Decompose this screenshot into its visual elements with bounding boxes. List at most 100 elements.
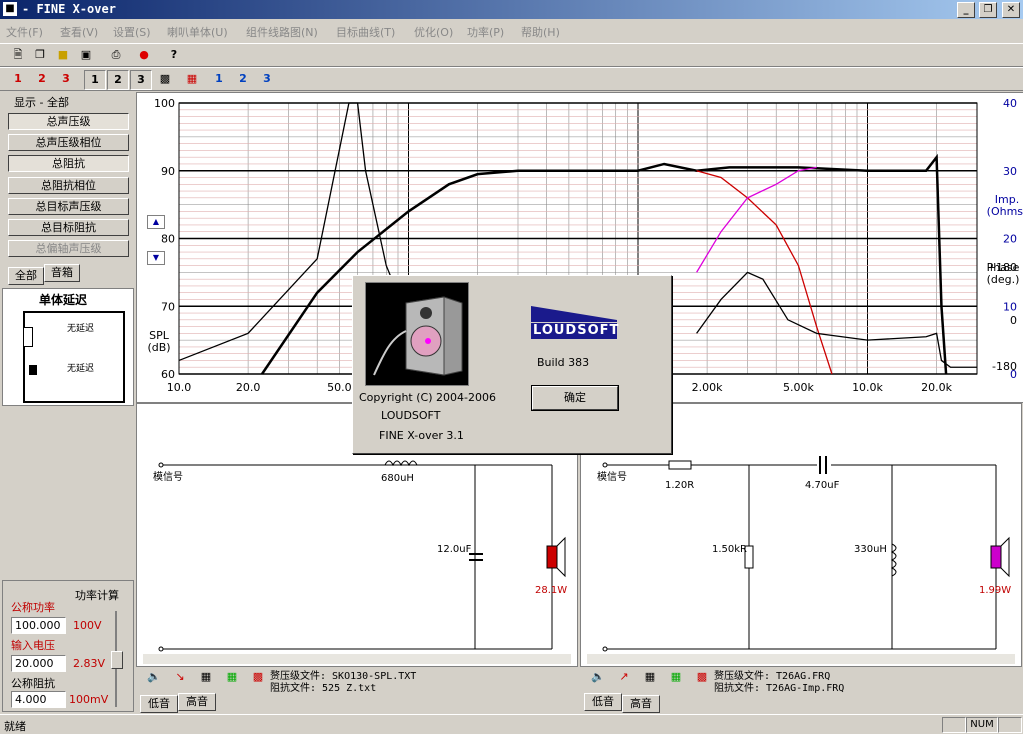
filter-network-icon[interactable]: ▦ (640, 668, 660, 686)
tweeter-tab-low[interactable]: 低音 (584, 693, 622, 711)
status-bar: 就绪 NUM (0, 714, 1023, 734)
tweeter-resistor2-value[interactable]: 1.50kR (712, 544, 747, 555)
impedance-axis-label: (Ohms) (987, 205, 1023, 218)
total-spl-button[interactable]: 总声压级 (8, 113, 129, 130)
display-label: 显示 - 全部 (14, 96, 69, 109)
menu-bar: 文件(F) 查看(V) 设置(S) 喇叭单体(U) 组件线路图(N) 目标曲线(… (0, 20, 1023, 42)
tweeter-inductor-value[interactable]: 330uH (854, 544, 887, 555)
input-voltage-output: 2.83V (73, 657, 106, 670)
y-axis-label: (dB) (147, 341, 170, 354)
woofer-file-bar: 🔈 ↘ ▦ ▦ ▩ 赘压级文件: SKO130-SPL.TXT 阻抗文件: 52… (136, 666, 576, 694)
woofer-tab-high[interactable]: 高音 (178, 693, 216, 711)
level-slider[interactable] (111, 611, 123, 707)
y-tick-left: 80 (161, 233, 175, 246)
woofer-scrollbar[interactable] (143, 654, 571, 664)
y-tick-right-imp: 20 (1003, 233, 1017, 246)
new-project-icon[interactable]: ❐ (30, 46, 50, 64)
menu-optimize[interactable]: 优化(O) (414, 24, 453, 40)
total-spl-phase-button[interactable]: 总声压级相位 (8, 134, 129, 151)
rated-impedance-input[interactable]: 4.000 (11, 691, 66, 708)
delay-title: 单体延迟 (39, 293, 88, 307)
tweeter-scrollbar[interactable] (587, 654, 1015, 664)
help-icon[interactable]: ? (164, 46, 184, 64)
woofer-symbol-icon (29, 365, 37, 375)
speaker-icon[interactable]: 🔈 (144, 668, 164, 686)
input-voltage-label: 输入电压 (11, 639, 55, 652)
filter-highpass-icon[interactable]: ↗ (614, 668, 634, 686)
driver3-icon[interactable]: 3 (130, 70, 152, 90)
menu-settings[interactable]: 设置(S) (113, 24, 151, 40)
maximize-button[interactable]: ❐ (979, 2, 997, 18)
menu-target[interactable]: 目标曲线(T) (336, 24, 395, 40)
menu-driver[interactable]: 喇叭单体(U) (167, 24, 228, 40)
filter-network-icon[interactable]: ▦ (196, 668, 216, 686)
network1-icon[interactable]: 1 (209, 70, 229, 88)
driver2-icon[interactable]: 2 (107, 70, 129, 90)
total-target-spl-button[interactable]: 总目标声压级 (8, 198, 129, 215)
menu-file[interactable]: 文件(F) (6, 24, 43, 40)
menu-help[interactable]: 帮助(H) (521, 24, 560, 40)
color-icon[interactable]: ● (134, 46, 154, 64)
woofer-power-value: 28.1W (535, 585, 568, 596)
driver3-curve-icon[interactable]: 3 (56, 70, 76, 88)
total-target-impedance-button[interactable]: 总目标阻抗 (8, 219, 129, 236)
minimize-button[interactable]: _ (957, 2, 975, 18)
x-tick: 20.0 (236, 381, 260, 394)
menu-power[interactable]: 功率(P) (467, 24, 504, 40)
rated-power-input[interactable]: 100.000 (11, 617, 66, 634)
driver2-curve-icon[interactable]: 2 (32, 70, 52, 88)
woofer-capacitor-value[interactable]: 12.0uF (437, 544, 471, 555)
menu-view[interactable]: 查看(V) (60, 24, 98, 40)
copyright-text: Copyright (C) 2004-2006 (359, 391, 496, 404)
box-icon[interactable]: ▩ (155, 70, 175, 88)
zobel-icon[interactable]: ▩ (248, 668, 268, 686)
driver-toolbar: 1 2 3 1 2 3 ▩ ▦ 1 2 3 (0, 67, 1023, 91)
woofer-imp-file: 阻抗文件: 525 Z.txt (270, 683, 377, 694)
filter-lowpass-icon[interactable]: ↘ (170, 668, 190, 686)
print-icon[interactable]: ⎙ (106, 46, 126, 64)
total-offaxis-spl-button[interactable]: 总偏轴声压级 (8, 240, 129, 257)
rated-impedance-label: 公称阻抗 (11, 677, 55, 690)
new-file-icon[interactable]: 🗎 (8, 46, 28, 64)
tab-box[interactable]: 音箱 (44, 264, 80, 282)
zoom-down-icon[interactable]: ▼ (147, 251, 165, 265)
tab-all[interactable]: 全部 (8, 267, 44, 285)
zobel-icon[interactable]: ▩ (692, 668, 712, 686)
rated-power-output: 100V (73, 619, 102, 632)
open-folder-icon[interactable]: ■ (53, 46, 73, 64)
num-indicator: NUM (966, 717, 998, 733)
network-icon[interactable]: ▦ (182, 70, 202, 88)
woofer-tab-low[interactable]: 低音 (140, 695, 178, 713)
speaker-icon[interactable]: 🔈 (588, 668, 608, 686)
woofer-inductor-value[interactable]: 680uH (381, 473, 414, 484)
network3-icon[interactable]: 3 (257, 70, 277, 88)
rated-power-label: 公称功率 (11, 601, 55, 614)
app-icon[interactable]: ■ (3, 2, 17, 16)
total-impedance-button[interactable]: 总阻抗 (8, 155, 129, 172)
input-voltage-input[interactable]: 20.000 (11, 655, 66, 672)
total-impedance-phase-button[interactable]: 总阻抗相位 (8, 177, 129, 194)
y-tick-left: 60 (161, 368, 175, 381)
menu-network[interactable]: 组件线路图(N) (246, 24, 318, 40)
tweeter-tab-high[interactable]: 高音 (622, 695, 660, 713)
zoom-up-icon[interactable]: ▲ (147, 215, 165, 229)
phase-tick: -180 (992, 360, 1017, 373)
tweeter-resistor1-value[interactable]: 1.20R (665, 480, 694, 491)
tweeter-capacitor-value[interactable]: 4.70uF (805, 480, 839, 491)
tweeter-imp-file: 阻抗文件: T26AG-Imp.FRQ (714, 683, 845, 694)
product-text: FINE X-over 3.1 (379, 429, 464, 442)
network2-icon[interactable]: 2 (233, 70, 253, 88)
x-tick: 50.0 (327, 381, 352, 394)
filter-ground-icon[interactable]: ▦ (222, 668, 242, 686)
y-tick-right-imp: 40 (1003, 97, 1017, 110)
driver1-curve-icon[interactable]: 1 (8, 70, 28, 88)
driver1-icon[interactable]: 1 (84, 70, 106, 90)
filter-ground-icon[interactable]: ▦ (666, 668, 686, 686)
close-button[interactable]: ✕ (1002, 2, 1020, 18)
x-tick: 10.0k (852, 381, 883, 394)
title-bar: ■ - FINE X-over _ ❐ ✕ (0, 0, 1023, 19)
power-calc-title: 功率计算 (75, 589, 119, 602)
delay-panel: 单体延迟 无延迟 无延迟 (2, 288, 134, 406)
save-icon[interactable]: ▣ (76, 46, 96, 64)
ok-button[interactable]: 确定 (531, 385, 619, 411)
